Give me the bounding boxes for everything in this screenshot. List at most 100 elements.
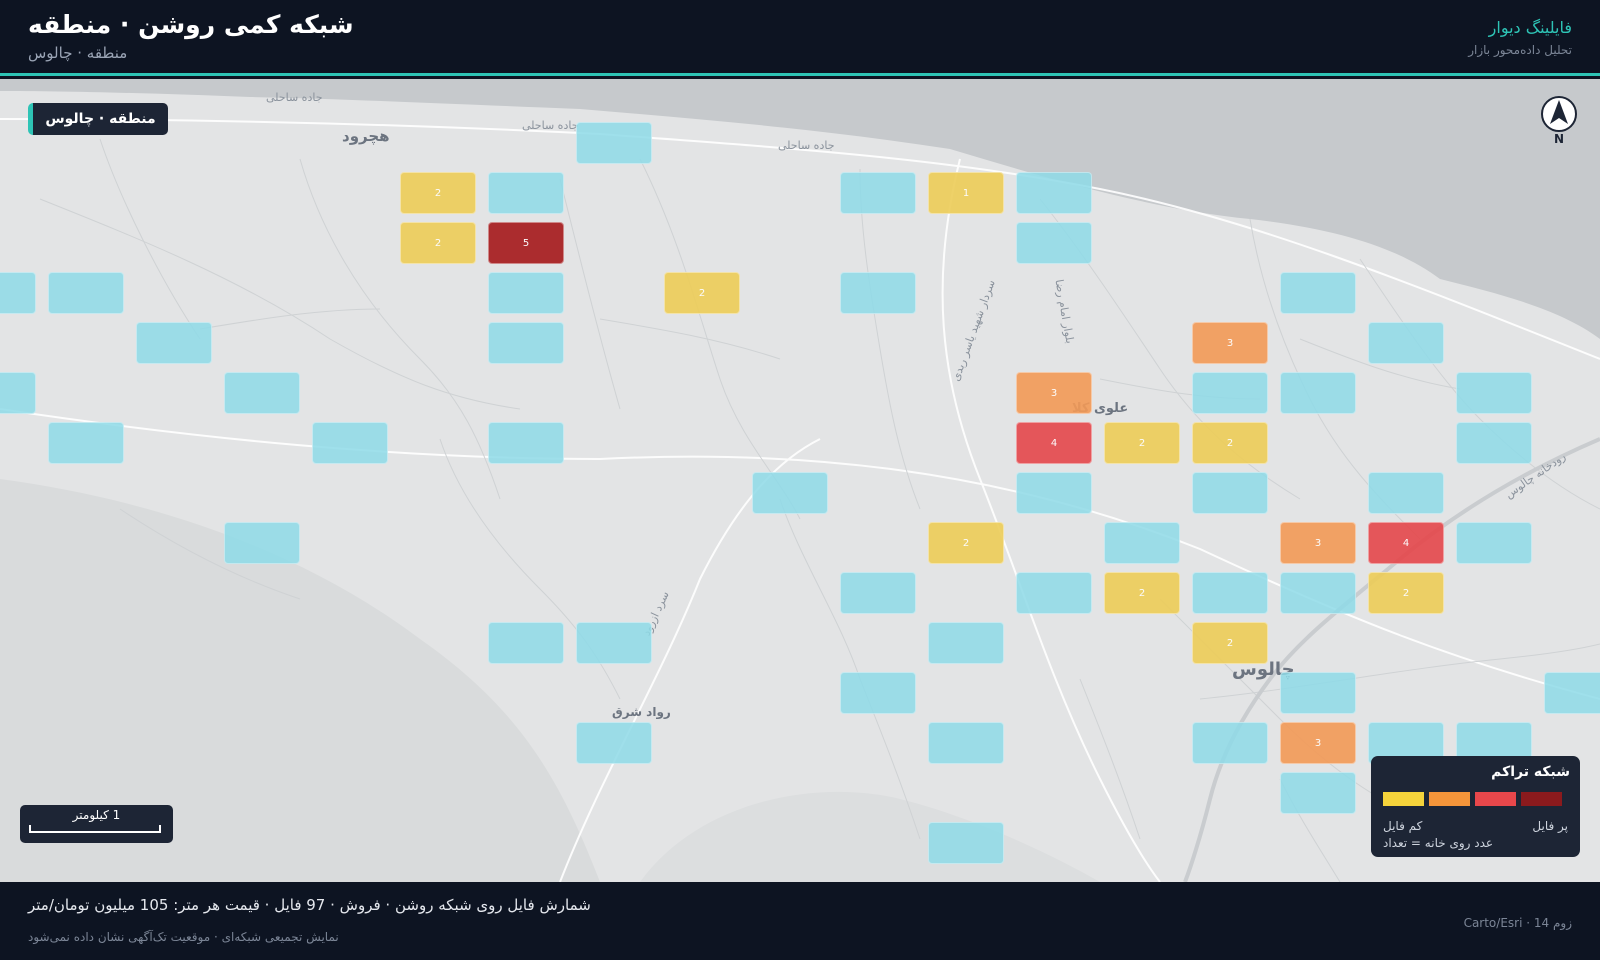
grid-cell-count: 2: [1226, 637, 1234, 649]
legend-swatch: [1429, 792, 1470, 806]
road-label: جاده ساحلی: [522, 119, 579, 132]
grid-cell[interactable]: [1280, 672, 1356, 714]
map-canvas[interactable]: هچرود علوی کلا چالوس رواد شرق جاده ساحلی…: [0, 79, 1600, 882]
grid-cell[interactable]: [576, 122, 652, 164]
grid-cell[interactable]: [928, 622, 1004, 664]
grid-cell-count: 3: [1050, 387, 1058, 399]
grid-cell[interactable]: 4: [1016, 422, 1092, 464]
legend-panel: شبکه تراکم کم فایل پر فایل عدد روی خانه …: [1371, 756, 1580, 857]
grid-cell[interactable]: [1016, 172, 1092, 214]
grid-cell[interactable]: [224, 372, 300, 414]
grid-cell-count: 2: [1402, 587, 1410, 599]
grid-cell[interactable]: [1104, 522, 1180, 564]
place-label-hachrud: هچرود: [342, 127, 390, 145]
page-subtitle: منطقه · چالوس: [28, 44, 128, 62]
place-label-ravad-shargh: رواد شرق: [612, 705, 671, 719]
grid-cell[interactable]: [488, 322, 564, 364]
grid-cell[interactable]: [312, 422, 388, 464]
grid-cell-count: 2: [1138, 437, 1146, 449]
grid-cell[interactable]: 2: [400, 172, 476, 214]
grid-cell-count: 2: [962, 537, 970, 549]
grid-cell[interactable]: 2: [1104, 572, 1180, 614]
grid-cell-count: 3: [1314, 737, 1322, 749]
page-title: شبکه کمی روشن · منطقه: [28, 10, 354, 39]
grid-cell[interactable]: [840, 672, 916, 714]
grid-cell[interactable]: [1192, 722, 1268, 764]
legend-note: عدد روی خانه = تعداد: [1383, 836, 1494, 850]
grid-cell[interactable]: [1192, 572, 1268, 614]
grid-cell-count: 2: [698, 287, 706, 299]
north-arrow: N: [1540, 95, 1578, 147]
grid-cell[interactable]: [1456, 422, 1532, 464]
grid-cell[interactable]: 1: [928, 172, 1004, 214]
grid-cell[interactable]: [928, 822, 1004, 864]
grid-cell[interactable]: 3: [1280, 722, 1356, 764]
grid-cell[interactable]: [1368, 472, 1444, 514]
grid-cell[interactable]: [1192, 372, 1268, 414]
grid-cell-count: 1: [962, 187, 970, 199]
grid-cell[interactable]: [1456, 522, 1532, 564]
grid-cell[interactable]: [1016, 572, 1092, 614]
grid-cell[interactable]: [1544, 672, 1600, 714]
grid-cell[interactable]: [488, 622, 564, 664]
footer-note: نمایش تجمیعی شبکه‌ای · موقعیت تک‌آگهی نش…: [28, 930, 339, 944]
grid-cell[interactable]: [576, 622, 652, 664]
grid-cell[interactable]: 4: [1368, 522, 1444, 564]
grid-cell[interactable]: 5: [488, 222, 564, 264]
grid-cell[interactable]: [928, 722, 1004, 764]
grid-cell[interactable]: 2: [400, 222, 476, 264]
grid-cell[interactable]: 2: [1104, 422, 1180, 464]
grid-cell[interactable]: [1280, 372, 1356, 414]
legend-high-label: پر فایل: [1532, 819, 1568, 833]
grid-cell[interactable]: [224, 522, 300, 564]
grid-cell[interactable]: [1456, 372, 1532, 414]
map-attribution: زوم 14 · Carto/Esri: [1463, 916, 1572, 930]
road-label: جاده ساحلی: [778, 139, 835, 152]
grid-cell[interactable]: [1368, 322, 1444, 364]
grid-cell[interactable]: 3: [1280, 522, 1356, 564]
grid-cell[interactable]: [48, 272, 124, 314]
grid-cell[interactable]: [488, 272, 564, 314]
grid-cell[interactable]: [488, 172, 564, 214]
grid-cell[interactable]: [1280, 272, 1356, 314]
brand-tagline: تحلیل داده‌محور بازار: [1468, 43, 1572, 57]
legend-swatch: [1475, 792, 1516, 806]
grid-cell[interactable]: [136, 322, 212, 364]
grid-cell-count: 2: [1138, 587, 1146, 599]
grid-cell[interactable]: [840, 572, 916, 614]
header-bar: شبکه کمی روشن · منطقه منطقه · چالوس فایل…: [0, 0, 1600, 76]
grid-cell-count: 2: [1226, 437, 1234, 449]
grid-cell[interactable]: 2: [1192, 622, 1268, 664]
sea-area: [0, 79, 1600, 339]
grid-cell-count: 2: [434, 237, 442, 249]
grid-cell[interactable]: [1016, 472, 1092, 514]
grid-cell[interactable]: [0, 372, 36, 414]
scale-label: 1 کیلومتر: [72, 808, 121, 822]
north-label: N: [1553, 132, 1565, 146]
grid-cell[interactable]: 2: [928, 522, 1004, 564]
grid-cell[interactable]: [576, 722, 652, 764]
grid-cell[interactable]: 2: [1192, 422, 1268, 464]
grid-cell[interactable]: [1280, 772, 1356, 814]
grid-cell[interactable]: [840, 272, 916, 314]
grid-cell[interactable]: [1280, 572, 1356, 614]
legend-swatch: [1383, 792, 1424, 806]
grid-cell-count: 3: [1314, 537, 1322, 549]
grid-cell[interactable]: 3: [1016, 372, 1092, 414]
brand-name[interactable]: فایلینگ دیوار: [1489, 18, 1572, 37]
grid-cell[interactable]: 2: [1368, 572, 1444, 614]
grid-cell[interactable]: [1192, 472, 1268, 514]
grid-cell[interactable]: [0, 272, 36, 314]
grid-cell[interactable]: [48, 422, 124, 464]
grid-cell[interactable]: [1016, 222, 1092, 264]
grid-cell[interactable]: 2: [664, 272, 740, 314]
grid-cell-count: 3: [1226, 337, 1234, 349]
grid-cell[interactable]: [840, 172, 916, 214]
grid-cell[interactable]: [488, 422, 564, 464]
scale-bar-ruler: [29, 825, 161, 833]
valley-shade-east: [640, 791, 1100, 882]
grid-cell-count: 4: [1402, 537, 1410, 549]
grid-cell[interactable]: 3: [1192, 322, 1268, 364]
grid-cell[interactable]: [752, 472, 828, 514]
scale-bar: 1 کیلومتر: [20, 805, 173, 843]
